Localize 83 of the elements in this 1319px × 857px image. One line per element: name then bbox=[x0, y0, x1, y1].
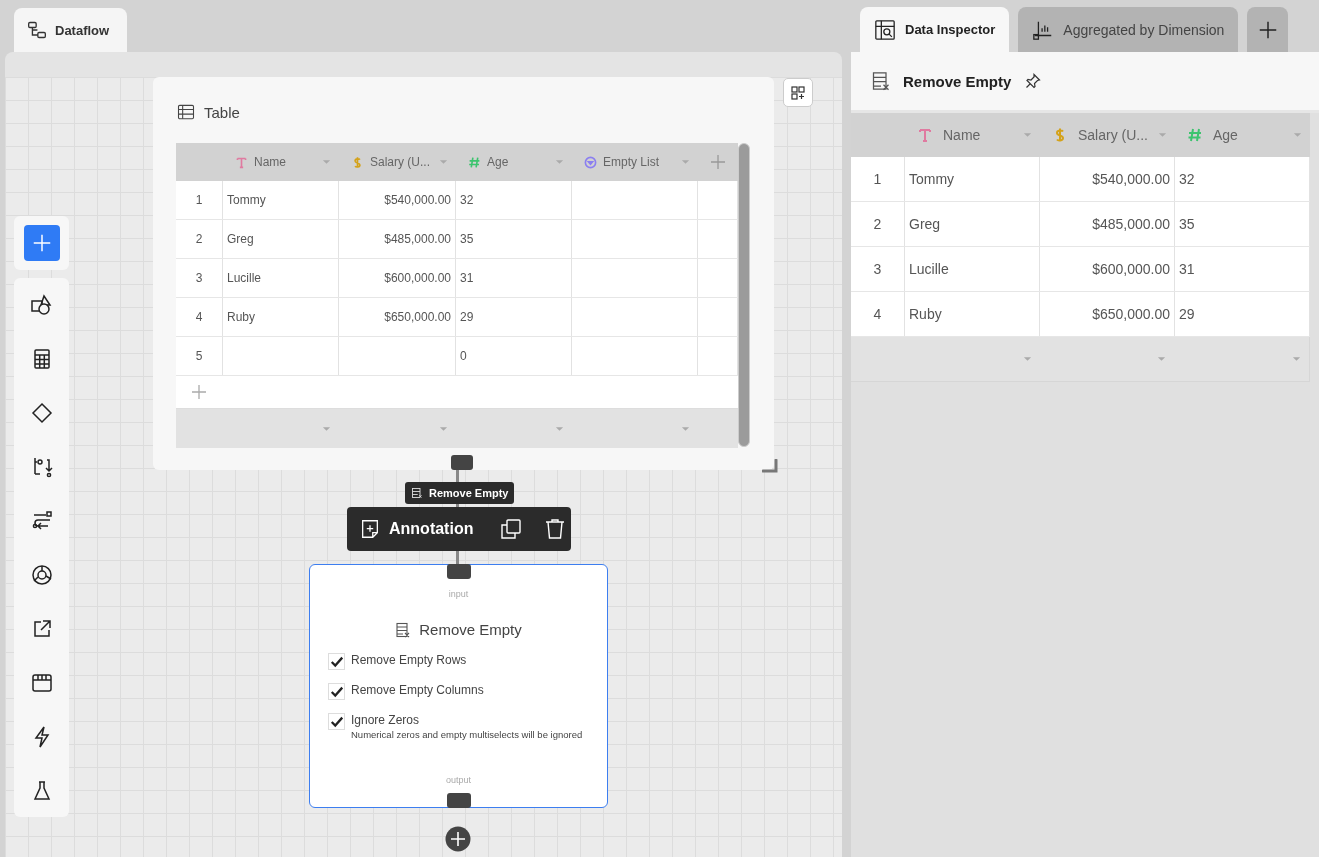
table-cell: $485,000.00 bbox=[1092, 216, 1170, 232]
table-cell: $650,000.00 bbox=[1092, 306, 1170, 322]
column-header[interactable]: Age bbox=[1175, 113, 1310, 157]
row-number: 1 bbox=[195, 193, 203, 207]
row-number: 1 bbox=[873, 171, 882, 187]
table-cell: Greg bbox=[227, 232, 254, 246]
column-header[interactable]: Name bbox=[905, 113, 1040, 157]
note-plus-icon bbox=[359, 518, 381, 540]
option-hint: Numerical zeros and empty multiselects will be ignored bbox=[351, 729, 583, 740]
annotation-button[interactable]: Annotation bbox=[347, 507, 486, 551]
table-cell: 0 bbox=[460, 349, 467, 363]
scrollbar[interactable] bbox=[738, 143, 750, 447]
option-label: Ignore Zeros bbox=[351, 712, 421, 729]
duplicate-icon[interactable] bbox=[499, 517, 524, 541]
option-label: Remove Empty Columns bbox=[351, 682, 484, 699]
add-button[interactable] bbox=[23, 225, 60, 261]
remove-empty-node[interactable]: input Remove Empty Remove Empty Rows Remove Empty Columns Ignore Zeros Numerical zeros and empty multiselects will be ignored output bbox=[309, 564, 608, 808]
checkbox[interactable] bbox=[328, 653, 345, 670]
checkbox[interactable] bbox=[328, 683, 345, 700]
table-cell: Greg bbox=[909, 216, 941, 232]
table-cell: Lucille bbox=[227, 271, 262, 285]
table-cell: $600,000.00 bbox=[1092, 261, 1170, 277]
row-number: 3 bbox=[873, 261, 882, 277]
row-number: 2 bbox=[195, 232, 203, 246]
resize-handle-icon[interactable] bbox=[762, 459, 780, 475]
table-cell: $540,000.00 bbox=[384, 193, 451, 207]
table-cell: 31 bbox=[1179, 261, 1195, 277]
output-port[interactable] bbox=[447, 793, 471, 808]
table-cell: Lucille bbox=[909, 261, 949, 277]
table-cell: Ruby bbox=[909, 306, 942, 322]
table-cell: $650,000.00 bbox=[384, 310, 451, 324]
diamond-icon[interactable] bbox=[29, 401, 54, 425]
table-cell: 31 bbox=[460, 271, 474, 285]
row-number: 3 bbox=[195, 271, 203, 285]
table-cell: 32 bbox=[460, 193, 474, 207]
node-title: Table bbox=[204, 103, 240, 121]
remove-empty-icon bbox=[871, 71, 891, 91]
table-cell: $540,000.00 bbox=[1092, 171, 1170, 187]
remove-empty-icon bbox=[395, 621, 412, 638]
table-cell: 29 bbox=[460, 310, 474, 324]
option-label: Remove Empty Rows bbox=[351, 652, 467, 669]
row-number: 4 bbox=[195, 310, 203, 324]
add-node-button[interactable] bbox=[445, 826, 471, 852]
output-port[interactable] bbox=[451, 455, 473, 470]
column-header[interactable]: Salary (U... bbox=[339, 143, 456, 181]
row-number: 5 bbox=[195, 349, 203, 363]
checkbox[interactable] bbox=[328, 713, 345, 730]
table-search-icon bbox=[874, 18, 896, 41]
inspector-title: Remove Empty bbox=[903, 72, 1012, 90]
table-cell: $485,000.00 bbox=[384, 232, 451, 246]
table-cell: Tommy bbox=[909, 171, 955, 187]
qr-add-button[interactable] bbox=[783, 78, 813, 107]
column-header[interactable]: Name bbox=[223, 143, 339, 181]
node-tooltip: Remove Empty bbox=[405, 482, 515, 504]
input-port[interactable] bbox=[447, 564, 471, 579]
table-cell: Tommy bbox=[227, 193, 266, 207]
node-title: Remove Empty bbox=[419, 621, 522, 638]
calendar-icon[interactable] bbox=[29, 671, 54, 695]
output-label: output bbox=[446, 775, 471, 785]
inspector-tab[interactable]: Data Inspector bbox=[860, 7, 1010, 52]
column-header[interactable]: Salary (U... bbox=[1040, 113, 1175, 157]
table-cell: 29 bbox=[1179, 306, 1195, 322]
pin-icon[interactable] bbox=[1025, 73, 1042, 89]
table-node[interactable]: Table Name Salary (U... Age Empty List 1 Tommy $540,000.00 32 2 Greg $485,000.00 35 3 Lucille $600,000.00 31 4 Ruby $650,000.00 29 5 0 bbox=[153, 77, 774, 470]
table-cell: Ruby bbox=[227, 310, 255, 324]
table-cell: 35 bbox=[460, 232, 474, 246]
table-cell: $600,000.00 bbox=[384, 271, 451, 285]
add-tab-button[interactable] bbox=[1247, 7, 1289, 52]
table-cell: 32 bbox=[1179, 171, 1195, 187]
table-icon bbox=[176, 102, 196, 122]
table-cell: 35 bbox=[1179, 216, 1195, 232]
inspector-tab[interactable]: Aggregated by Dimension bbox=[1018, 7, 1239, 52]
dataflow-tab[interactable]: Dataflow bbox=[14, 8, 127, 52]
grid-plus-icon bbox=[790, 84, 806, 101]
row-number: 4 bbox=[873, 306, 882, 322]
flowchart-icon bbox=[27, 20, 47, 40]
row-number: 2 bbox=[873, 216, 882, 232]
pie-chart-icon[interactable] bbox=[29, 563, 54, 587]
column-header[interactable]: Age bbox=[456, 143, 572, 181]
remove-empty-icon bbox=[411, 487, 423, 499]
input-label: input bbox=[448, 589, 469, 599]
shapes-icon[interactable] bbox=[29, 293, 54, 317]
column-header[interactable]: Empty List bbox=[572, 143, 698, 181]
